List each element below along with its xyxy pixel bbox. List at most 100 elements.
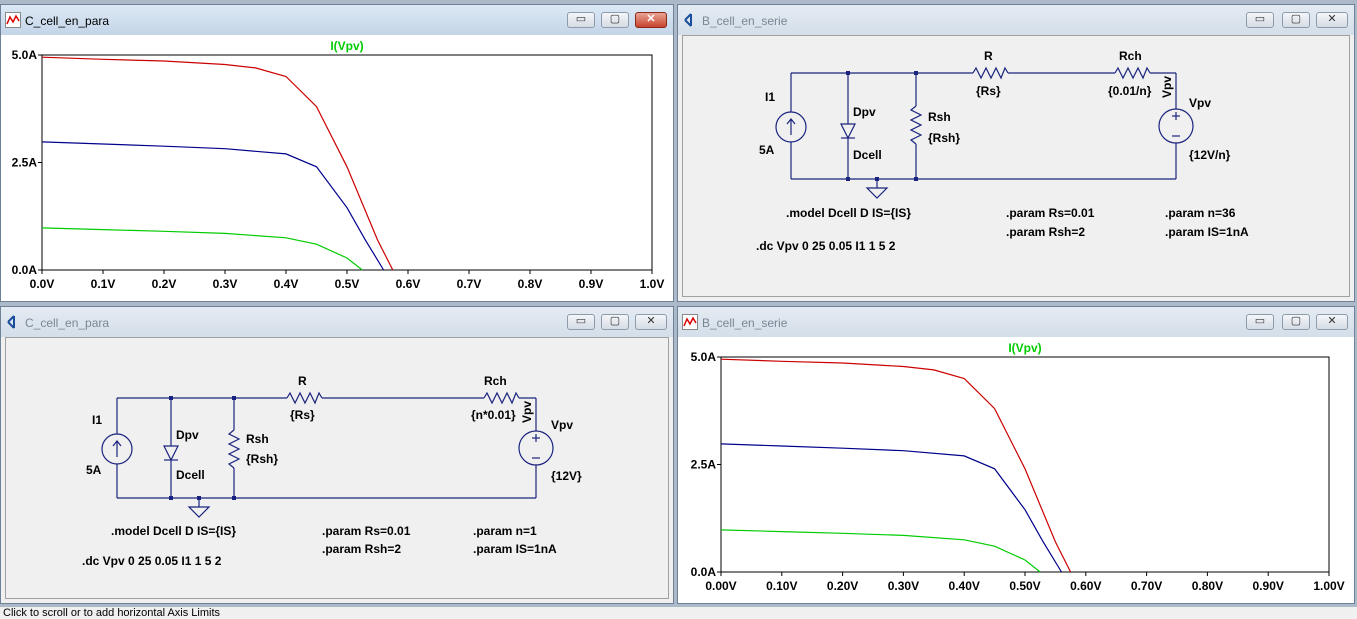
window-title: C_cell_en_para bbox=[25, 316, 110, 330]
schematic-icon bbox=[7, 315, 15, 329]
directive-param-rsh[interactable]: .param Rsh=2 bbox=[1006, 225, 1085, 239]
label-r-value: {Rs} bbox=[976, 84, 1001, 98]
label-vpv: Vpv bbox=[1189, 96, 1211, 110]
net-label-vpv: Vpv bbox=[1160, 76, 1174, 98]
label-dpv: Dpv bbox=[176, 428, 199, 442]
plot-pane[interactable]: I(Vpv) 0.00V 0.10V 0.20V 0.30V 0.40V 0.50V 0.60… bbox=[678, 337, 1354, 603]
plot-window-c-cell-en-para[interactable]: C_cell_en_para ▭ ▢ ✕ I(Vpv) 0.0V 0.1V 0.2V 0… bbox=[0, 4, 674, 302]
x-tick-label: 0.50V bbox=[1009, 579, 1040, 593]
directive-dc[interactable]: .dc Vpv 0 25 0.05 I1 1 5 2 bbox=[82, 554, 222, 568]
x-tick-label: 0.60V bbox=[1070, 579, 1101, 593]
x-tick-label: 0.9V bbox=[579, 277, 604, 291]
label-dpv: Dpv bbox=[853, 105, 876, 119]
label-vpv: Vpv bbox=[551, 418, 573, 432]
x-tick-label: 0.20V bbox=[827, 579, 858, 593]
window-titlebar[interactable]: B_cell_en_serie ▭ ▢ ✕ bbox=[678, 5, 1354, 35]
x-tick-label: 0.00V bbox=[705, 579, 736, 593]
label-vpv-value: {12V/n} bbox=[1189, 148, 1231, 162]
waveform-icon bbox=[682, 314, 698, 330]
minimize-button[interactable]: ▭ bbox=[1246, 314, 1274, 330]
label-r-value: {Rs} bbox=[290, 408, 315, 422]
x-tick-label: 0.4V bbox=[274, 277, 299, 291]
label-dcell: Dcell bbox=[853, 148, 882, 162]
x-tick-label: 0.7V bbox=[457, 277, 482, 291]
maximize-button[interactable]: ▢ bbox=[601, 314, 629, 330]
y-tick-label: 0.0A bbox=[12, 263, 38, 277]
plot-window-b-cell-en-serie[interactable]: B_cell_en_serie ▭ ▢ ✕ I(Vpv) 0.00V 0.10V 0.… bbox=[677, 306, 1355, 604]
label-i1-value: 5A bbox=[759, 143, 775, 157]
status-bar: Click to scroll or to add horizontal Axi… bbox=[0, 607, 1357, 619]
x-tick-label: 0.30V bbox=[888, 579, 919, 593]
window-titlebar[interactable]: C_cell_en_para ▭ ▢ ✕ bbox=[1, 5, 673, 35]
label-rch-value: {n*0.01} bbox=[471, 408, 516, 422]
x-tick-label: 0.8V bbox=[518, 277, 543, 291]
directive-param-is[interactable]: .param IS=1nA bbox=[1165, 225, 1249, 239]
window-titlebar[interactable]: B_cell_en_serie ▭ ▢ ✕ bbox=[678, 307, 1354, 337]
close-button[interactable]: ✕ bbox=[1316, 12, 1348, 28]
x-tick-label: 0.70V bbox=[1131, 579, 1162, 593]
directive-dc[interactable]: .dc Vpv 0 25 0.05 I1 1 5 2 bbox=[756, 239, 896, 253]
chart-title: I(Vpv) bbox=[1008, 341, 1041, 355]
directive-param-is[interactable]: .param IS=1nA bbox=[473, 542, 557, 556]
label-r: R bbox=[298, 374, 307, 388]
directive-param-rs[interactable]: .param Rs=0.01 bbox=[322, 524, 411, 538]
close-button[interactable]: ✕ bbox=[1316, 314, 1348, 330]
maximize-button[interactable]: ▢ bbox=[601, 12, 629, 28]
schematic-drawing[interactable]: I1 5A Dpv Dcell Rsh {Rsh} R {Rs} Rch {n*… bbox=[6, 338, 670, 600]
label-i1: I1 bbox=[92, 413, 102, 427]
iv-curve-chart[interactable]: I(Vpv) 0.0V 0.1V 0.2V 0.3V 0.4V 0.5V 0.6V 0.7V 0.… bbox=[1, 35, 673, 301]
label-rch: Rch bbox=[1119, 49, 1142, 63]
x-tick-label: 0.1V bbox=[91, 277, 116, 291]
schematic-window-b-cell-en-serie[interactable]: B_cell_en_serie ▭ ▢ ✕ I1 5A Dpv Dcell Rs… bbox=[677, 4, 1355, 302]
window-titlebar[interactable]: C_cell_en_para ▭ ▢ ✕ bbox=[1, 307, 673, 337]
window-title: C_cell_en_para bbox=[25, 14, 110, 28]
schematic-canvas[interactable]: I1 5A Dpv Dcell Rsh {Rsh} R {Rs} Rch {n*… bbox=[5, 337, 669, 599]
x-tick-label: 0.5V bbox=[335, 277, 360, 291]
y-tick-label: 0.0A bbox=[691, 565, 717, 579]
y-tick-label: 2.5A bbox=[691, 458, 717, 472]
y-tick-label: 5.0A bbox=[12, 48, 38, 62]
label-rsh-value: {Rsh} bbox=[928, 131, 960, 145]
chart-title: I(Vpv) bbox=[330, 39, 363, 53]
directive-param-rsh[interactable]: .param Rsh=2 bbox=[322, 542, 401, 556]
window-title: B_cell_en_serie bbox=[702, 14, 788, 28]
close-button[interactable]: ✕ bbox=[635, 12, 667, 28]
schematic-drawing[interactable]: I1 5A Dpv Dcell Rsh {Rsh} R {Rs} Rch {0.… bbox=[683, 36, 1351, 298]
x-tick-label: 0.10V bbox=[766, 579, 797, 593]
directive-model[interactable]: .model Dcell D IS={IS} bbox=[786, 206, 911, 220]
plot-pane[interactable]: I(Vpv) 0.0V 0.1V 0.2V 0.3V 0.4V 0.5V 0.6V 0.7V 0.… bbox=[1, 35, 673, 301]
directive-param-n[interactable]: .param n=36 bbox=[1165, 206, 1236, 220]
label-rsh: Rsh bbox=[246, 432, 269, 446]
x-tick-label: 1.0V bbox=[640, 277, 665, 291]
directive-param-rs[interactable]: .param Rs=0.01 bbox=[1006, 206, 1095, 220]
schematic-window-c-cell-en-para[interactable]: C_cell_en_para ▭ ▢ ✕ I1 5A Dpv Dcell Rsh… bbox=[0, 306, 674, 604]
maximize-button[interactable]: ▢ bbox=[1282, 12, 1310, 28]
window-title: B_cell_en_serie bbox=[702, 316, 788, 330]
schematic-icon bbox=[684, 13, 692, 27]
label-rsh: Rsh bbox=[928, 110, 951, 124]
y-tick-label: 5.0A bbox=[691, 350, 717, 364]
x-tick-label: 0.90V bbox=[1253, 579, 1284, 593]
label-dcell: Dcell bbox=[176, 468, 205, 482]
minimize-button[interactable]: ▭ bbox=[567, 314, 595, 330]
minimize-button[interactable]: ▭ bbox=[1246, 12, 1274, 28]
directive-model[interactable]: .model Dcell D IS={IS} bbox=[111, 524, 236, 538]
label-rch: Rch bbox=[484, 374, 507, 388]
close-button[interactable]: ✕ bbox=[635, 314, 667, 330]
label-rch-value: {0.01/n} bbox=[1108, 84, 1152, 98]
iv-curve-chart[interactable]: I(Vpv) 0.00V 0.10V 0.20V 0.30V 0.40V 0.50V 0.60… bbox=[678, 337, 1354, 603]
minimize-button[interactable]: ▭ bbox=[567, 12, 595, 28]
x-tick-label: 0.40V bbox=[949, 579, 980, 593]
label-rsh-value: {Rsh} bbox=[246, 452, 278, 466]
label-i1: I1 bbox=[765, 90, 775, 104]
plot-frame bbox=[720, 356, 1330, 573]
label-r: R bbox=[984, 49, 993, 63]
net-label-vpv: Vpv bbox=[520, 401, 534, 423]
maximize-button[interactable]: ▢ bbox=[1282, 314, 1310, 330]
x-tick-label: 0.6V bbox=[396, 277, 421, 291]
label-vpv-value: {12V} bbox=[551, 469, 582, 483]
schematic-canvas[interactable]: I1 5A Dpv Dcell Rsh {Rsh} R {Rs} Rch {0.… bbox=[682, 35, 1350, 297]
directive-param-n[interactable]: .param n=1 bbox=[473, 524, 537, 538]
y-tick-label: 2.5A bbox=[12, 156, 38, 170]
x-tick-label: 0.0V bbox=[30, 277, 55, 291]
